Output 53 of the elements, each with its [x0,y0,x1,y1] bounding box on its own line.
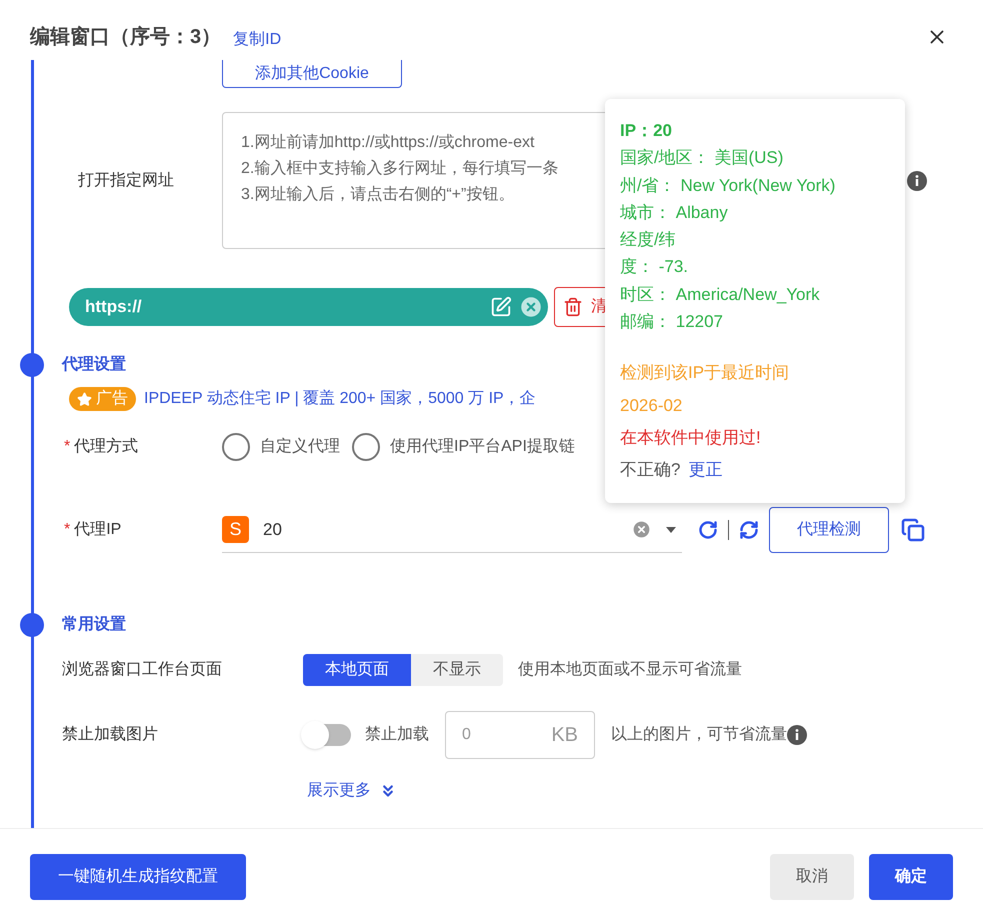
toggle-label: 禁止加载 [365,724,429,745]
ok-button[interactable]: 确定 [869,854,953,900]
segment-option[interactable]: 本地页面 [303,654,411,686]
hint-text: 以上的图片，可节省流量 [611,724,787,745]
clear-icon[interactable] [631,519,652,540]
segment-option[interactable]: 不显示 [411,654,503,686]
sync-icon[interactable] [739,520,759,540]
show-more-link[interactable]: 展示更多 [307,779,397,803]
select-value: 20 [263,518,283,541]
refresh-icon[interactable] [698,520,718,540]
required-mark: * [64,521,70,538]
info-line: 国家/地区： 美国(US) [620,147,784,170]
ad-badge: 广告 [69,387,136,411]
star-icon [77,392,92,406]
add-cookie-button[interactable]: 添加其他Cookie [222,60,402,88]
proxy-check-button[interactable]: 代理检测 [769,507,889,553]
field-label: 浏览器窗口工作台页面 [62,660,223,680]
field-label: 禁止加载图片 [62,724,159,745]
unit-label: KB [551,723,578,748]
info-line: 度： -73. [620,256,690,278]
section-title: 代理设置 [62,354,126,375]
info-line: 州/省： New York(New York) [620,174,836,197]
proxy-ip-select[interactable]: S 20 [222,507,682,553]
random-fingerprint-button[interactable]: 一键随机生成指纹配置 [30,854,246,900]
radio-option[interactable]: 自定义代理 [222,433,340,461]
used-notice: 在本软件中使用过! [620,426,762,449]
section-title: 常用设置 [62,614,126,635]
edit-icon[interactable] [490,296,512,318]
size-input[interactable]: 0 [462,723,522,747]
info-line: 城市： Albany [620,202,729,224]
field-label: * 代理方式 [64,436,140,457]
hint-text: 使用本地页面或不显示可省流量 [518,660,742,680]
field-label: * 代理IP [64,520,122,540]
provider-badge: S [222,516,249,543]
dialog-title: 编辑窗口（序号：3） [30,24,222,50]
trash-icon [563,297,583,317]
required-mark: * [64,438,70,455]
copy-id-link[interactable]: 复制ID [233,28,282,52]
ip-text: IP：20 [620,120,673,142]
toggle-switch[interactable] [303,724,351,746]
ad-link[interactable]: IPDEEP 动态住宅 IP | 覆盖 200+ 国家，5000 万 IP，企 [144,387,536,411]
caret-icon[interactable] [666,526,676,532]
copy-icon[interactable] [901,518,925,542]
info-icon [907,170,927,190]
detected-time: 2026-02 [620,394,684,417]
detected-label: 检测到该IP于最近时间 [620,362,790,384]
radio-option[interactable]: 使用代理IP平台API提取链 [352,433,575,461]
cancel-button[interactable]: 取消 [770,854,854,900]
incorrect-text: 不正确? [620,459,680,482]
field-label: 打开指定网址 [77,170,175,190]
info-icon [787,725,807,745]
correct-link[interactable]: 更正 [688,456,722,484]
info-line: 经度/纬 [620,229,677,252]
